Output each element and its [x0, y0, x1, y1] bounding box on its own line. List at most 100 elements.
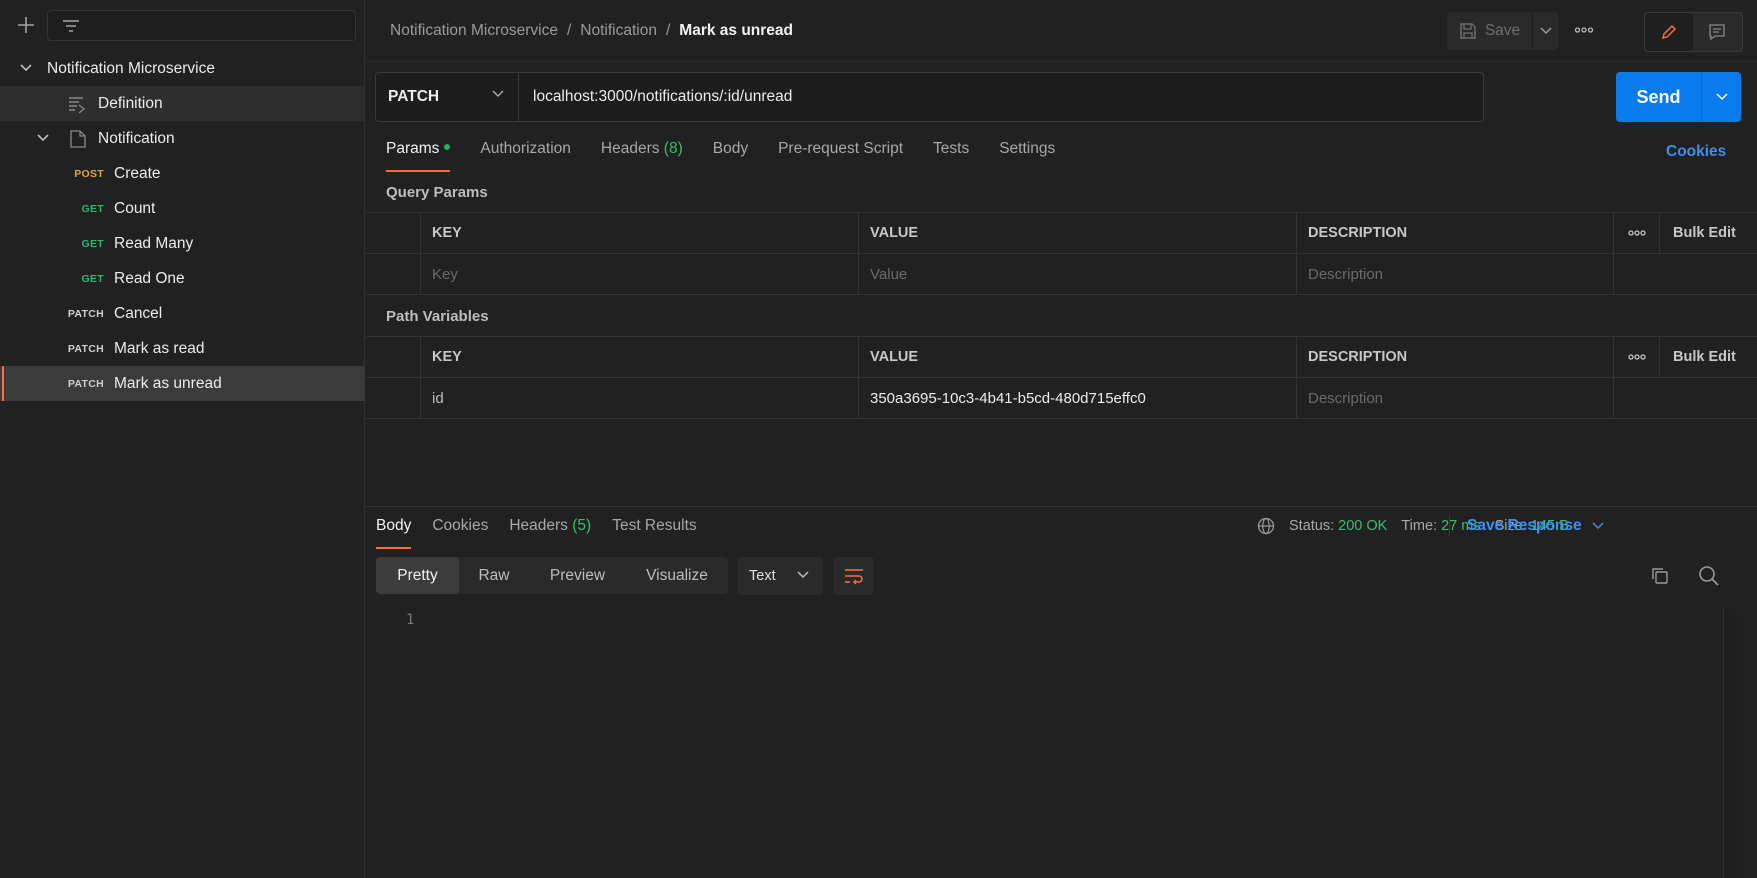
- view-visualize[interactable]: Visualize: [626, 557, 728, 594]
- tab-tests[interactable]: Tests: [933, 140, 969, 172]
- view-raw[interactable]: Raw: [459, 557, 529, 594]
- request-label: Cancel: [114, 304, 163, 322]
- breadcrumb: Notification Microservice / Notification…: [390, 22, 793, 40]
- sidebar-item-mark-as-unread[interactable]: PATCH Mark as unread: [0, 366, 365, 401]
- chevron-down-icon: [1592, 522, 1604, 530]
- method-select[interactable]: PATCH: [376, 73, 519, 121]
- chevron-down-icon[interactable]: [1702, 72, 1741, 122]
- value-input[interactable]: Value: [859, 254, 1297, 294]
- request-label: Count: [114, 199, 156, 217]
- path-variable-value[interactable]: 350a3695-10c3-4b41-b5cd-480d715effc0: [859, 378, 1297, 418]
- query-params-table: KEY VALUE DESCRIPTION Bulk Edit Key Valu…: [366, 212, 1757, 295]
- status-indicator[interactable]: Status: 200 OK: [1289, 518, 1387, 534]
- method-badge: PATCH: [67, 342, 104, 355]
- sidebar-item-mark-as-read[interactable]: PATCH Mark as read: [0, 331, 365, 366]
- bulk-edit-button[interactable]: Bulk Edit: [1660, 337, 1756, 377]
- breadcrumb-separator: /: [566, 22, 572, 39]
- tab-prerequest-script[interactable]: Pre-request Script: [778, 140, 903, 172]
- tab-authorization[interactable]: Authorization: [480, 140, 570, 172]
- url-input[interactable]: [519, 73, 1483, 121]
- sidebar-item-cancel[interactable]: PATCH Cancel: [0, 296, 365, 331]
- divider: [1449, 515, 1450, 537]
- request-label: Read Many: [114, 234, 194, 252]
- tab-test-results[interactable]: Test Results: [612, 517, 696, 549]
- tab-headers-label: Headers: [600, 140, 660, 157]
- editor-scrollbar[interactable]: [1723, 609, 1737, 878]
- url-bar: PATCH: [375, 72, 1484, 122]
- save-button-group: Save: [1447, 12, 1558, 50]
- mode-toggle: [1644, 12, 1743, 52]
- filter-input[interactable]: [47, 10, 356, 41]
- format-value: Text: [749, 568, 776, 584]
- filter-icon[interactable]: [62, 18, 80, 34]
- request-label: Mark as unread: [114, 374, 222, 392]
- pencil-icon[interactable]: [1645, 13, 1693, 51]
- chevron-down-icon[interactable]: [36, 133, 50, 143]
- wrap-icon[interactable]: [834, 557, 874, 595]
- sidebar-item-read-one[interactable]: GET Read One: [0, 261, 365, 296]
- tab-response-headers[interactable]: Headers (5): [509, 517, 591, 549]
- path-variables-table: KEY VALUE DESCRIPTION Bulk Edit id 350a3…: [366, 336, 1757, 419]
- description-input[interactable]: Description: [1297, 378, 1614, 418]
- tab-response-headers-label: Headers: [509, 517, 568, 534]
- sidebar-item-create[interactable]: POST Create: [0, 156, 365, 191]
- chevron-down-icon[interactable]: [19, 63, 33, 73]
- response-tabs: Body Cookies Headers (5) Test Results: [376, 517, 718, 549]
- save-button[interactable]: Save: [1447, 12, 1533, 50]
- tab-response-cookies[interactable]: Cookies: [432, 517, 488, 549]
- plus-icon[interactable]: [16, 15, 38, 37]
- tab-headers[interactable]: Headers (8): [601, 140, 683, 172]
- response-view-selector: Pretty Raw Preview Visualize: [376, 557, 728, 594]
- tab-settings[interactable]: Settings: [999, 140, 1055, 172]
- sidebar-item-definition[interactable]: Definition: [0, 86, 365, 121]
- tab-body[interactable]: Body: [713, 140, 748, 172]
- method-badge: GET: [81, 237, 104, 250]
- column-header-description: DESCRIPTION: [1297, 213, 1614, 253]
- row-actions-cell: [1614, 254, 1660, 294]
- breadcrumb-collection[interactable]: Notification Microservice: [390, 22, 558, 40]
- response-divider[interactable]: [366, 506, 1757, 507]
- row-actions-cell: [1614, 378, 1660, 418]
- path-variables-title: Path Variables: [386, 308, 489, 325]
- folder-label: Notification: [98, 129, 175, 147]
- sidebar: Notification Microservice Definition Not…: [0, 0, 365, 878]
- row-checkbox-cell: [366, 378, 421, 418]
- save-response-label: Save Response: [1467, 517, 1582, 534]
- key-input[interactable]: Key: [421, 254, 859, 294]
- globe-icon[interactable]: [1257, 517, 1275, 535]
- tab-response-body[interactable]: Body: [376, 517, 412, 549]
- status-value: 200 OK: [1338, 518, 1388, 534]
- copy-icon[interactable]: [1650, 566, 1670, 586]
- description-input[interactable]: Description: [1297, 254, 1614, 294]
- tab-params-label: Params: [386, 140, 440, 157]
- more-icon[interactable]: [1614, 337, 1660, 377]
- breadcrumb-request[interactable]: Mark as unread: [679, 22, 793, 40]
- send-button[interactable]: Send: [1616, 72, 1702, 122]
- search-icon[interactable]: [1698, 565, 1720, 587]
- sidebar-folder[interactable]: Notification: [0, 121, 365, 156]
- sidebar-item-count[interactable]: GET Count: [0, 191, 365, 226]
- more-icon[interactable]: [1614, 213, 1660, 253]
- save-response-button[interactable]: Save Response: [1467, 517, 1604, 535]
- request-label: Create: [114, 164, 161, 182]
- sidebar-item-read-many[interactable]: GET Read Many: [0, 226, 365, 261]
- bulk-edit-button[interactable]: Bulk Edit: [1660, 213, 1756, 253]
- breadcrumb-separator: /: [665, 22, 671, 39]
- request-header: Notification Microservice / Notification…: [366, 0, 1757, 62]
- table-row: id 350a3695-10c3-4b41-b5cd-480d715effc0 …: [366, 378, 1757, 419]
- status-label: Status:: [1289, 518, 1335, 534]
- time-label: Time:: [1401, 518, 1438, 534]
- sidebar-collection[interactable]: Notification Microservice: [0, 51, 365, 86]
- chevron-down-icon: [492, 90, 504, 98]
- view-preview[interactable]: Preview: [529, 557, 626, 594]
- format-select[interactable]: Text: [738, 557, 823, 595]
- table-header-row: KEY VALUE DESCRIPTION Bulk Edit: [366, 337, 1757, 378]
- cookies-link[interactable]: Cookies: [1666, 143, 1726, 161]
- comment-icon[interactable]: [1693, 13, 1741, 51]
- breadcrumb-folder[interactable]: Notification: [580, 22, 657, 40]
- row-checkbox-cell: [366, 254, 421, 294]
- more-icon[interactable]: [1574, 20, 1594, 40]
- tab-params[interactable]: Params: [386, 140, 451, 172]
- chevron-down-icon[interactable]: [1533, 12, 1558, 50]
- view-pretty[interactable]: Pretty: [376, 557, 459, 594]
